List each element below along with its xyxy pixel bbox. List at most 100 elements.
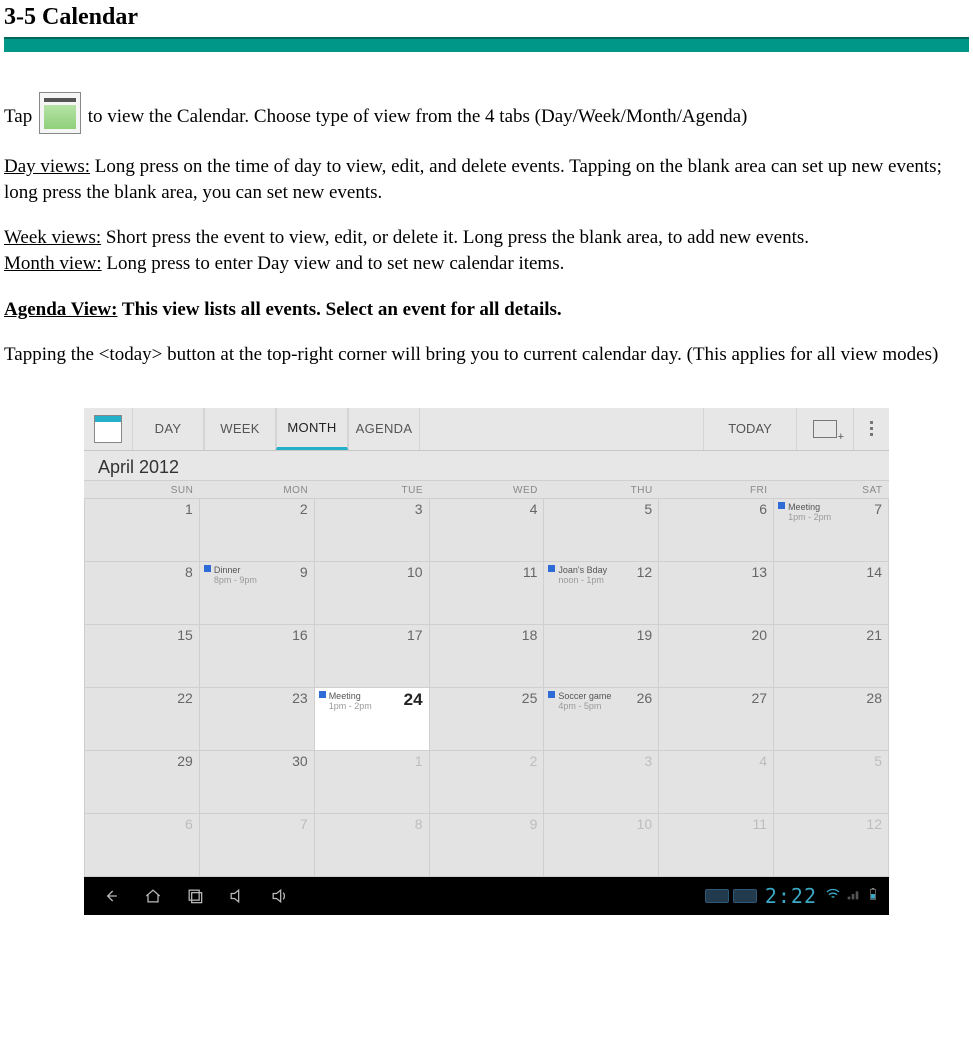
calendar-event[interactable]: Meeting1pm - 2pm [319,691,372,712]
day-number: 8 [185,564,193,580]
home-button[interactable] [132,883,174,909]
tab-month[interactable]: MONTH [276,408,348,450]
calendar-day-cell[interactable]: 28 [774,687,889,750]
volume-up-icon [269,886,289,906]
tab-day[interactable]: DAY [132,408,204,450]
calendar-day-cell[interactable]: 5 [544,498,659,561]
calendar-day-cell[interactable]: 19 [544,624,659,687]
calendar-day-cell[interactable]: 4 [429,498,544,561]
day-number: 21 [866,627,882,643]
calendar-day-cell[interactable]: 22 [85,687,200,750]
calendar-app-icon [39,92,81,134]
calendar-day-cell[interactable]: 7Meeting1pm - 2pm [774,498,889,561]
calendar-day-cell[interactable]: 12 [774,813,889,876]
system-clock: 2:22 [765,884,817,908]
calendar-day-cell[interactable]: 25 [429,687,544,750]
day-number: 10 [407,564,423,580]
calendar-event[interactable]: Joan's Bdaynoon - 1pm [548,565,607,586]
calendar-day-cell[interactable]: 18 [429,624,544,687]
calendar-event[interactable]: Soccer game4pm - 5pm [548,691,611,712]
calendar-day-cell[interactable]: 15 [85,624,200,687]
day-number: 23 [292,690,308,706]
day-number: 17 [407,627,423,643]
calendar-day-cell[interactable]: 4 [659,750,774,813]
day-number: 14 [866,564,882,580]
back-button[interactable] [90,883,132,909]
calendar-topbar: DAY WEEK MONTH AGENDA TODAY [84,408,889,451]
calendar-day-cell[interactable]: 24 Meeting1pm - 2pm [314,687,429,750]
volume-down-button[interactable] [216,883,258,909]
calendar-icon[interactable] [84,408,132,450]
calendar-day-cell[interactable]: 13 [659,561,774,624]
intro-paragraph: Tap to view the Calendar. Choose type of… [4,92,969,134]
home-icon [143,886,163,906]
calendar-day-cell[interactable]: 2 [199,498,314,561]
overflow-menu-button[interactable] [853,408,889,450]
calendar-day-cell[interactable]: 12Joan's Bdaynoon - 1pm [544,561,659,624]
calendar-day-cell[interactable]: 11 [659,813,774,876]
new-event-button[interactable] [796,408,853,450]
agenda-view-label: Agenda View: [4,299,117,320]
calendar-day-cell[interactable]: 23 [199,687,314,750]
calendar-event[interactable]: Meeting1pm - 2pm [778,502,831,523]
calendar-day-cell[interactable]: 26Soccer game4pm - 5pm [544,687,659,750]
calendar-day-cell[interactable]: 29 [85,750,200,813]
calendar-day-cell[interactable]: 30 [199,750,314,813]
calendar-day-cell[interactable]: 1 [314,750,429,813]
tab-agenda[interactable]: AGENDA [348,408,420,450]
calendar-day-cell[interactable]: 6 [85,813,200,876]
calendar-event[interactable]: Dinner8pm - 9pm [204,565,257,586]
calendar-day-cell[interactable]: 3 [314,498,429,561]
calendar-day-cell[interactable]: 16 [199,624,314,687]
calendar-day-cell[interactable]: 14 [774,561,889,624]
day-number: 20 [751,627,767,643]
calendar-day-cell[interactable]: 9 [429,813,544,876]
calendar-day-cell[interactable]: 21 [774,624,889,687]
signal-icon [845,886,861,905]
status-pill [733,889,757,903]
agenda-view-paragraph: Agenda View: This view lists all events.… [4,297,969,323]
calendar-day-cell[interactable]: 8 [314,813,429,876]
calendar-day-cell[interactable]: 8 [85,561,200,624]
calendar-day-cell[interactable]: 27 [659,687,774,750]
day-views-paragraph: Day views: Long press on the time of day… [4,154,969,205]
day-number: 9 [300,564,308,580]
calendar-day-cell[interactable]: 17 [314,624,429,687]
day-number: 3 [415,501,423,517]
calendar-day-cell[interactable]: 6 [659,498,774,561]
month-view-paragraph: Month view: Long press to enter Day view… [4,251,969,277]
section-title: 3-5 Calendar [4,4,969,31]
day-number: 30 [292,753,308,769]
recent-apps-button[interactable] [174,883,216,909]
calendar-day-cell[interactable]: 10 [314,561,429,624]
calendar-day-cell[interactable]: 3 [544,750,659,813]
day-number: 1 [415,753,423,769]
calendar-day-cell[interactable]: 9 Dinner8pm - 9pm [199,561,314,624]
overflow-menu-icon [870,421,873,436]
day-number: 3 [644,753,652,769]
month-view-text: Long press to enter Day view and to set … [102,253,565,274]
calendar-day-cell[interactable]: 1 [85,498,200,561]
day-number: 29 [177,753,193,769]
today-button[interactable]: TODAY [703,408,796,450]
calendar-day-cell[interactable]: 20 [659,624,774,687]
tab-week[interactable]: WEEK [204,408,276,450]
wifi-icon [825,886,841,905]
day-number: 22 [177,690,193,706]
volume-up-button[interactable] [258,883,300,909]
day-number: 19 [637,627,653,643]
calendar-day-cell[interactable]: 2 [429,750,544,813]
day-number: 6 [759,501,767,517]
dow-header: SUN [85,481,200,499]
day-number: 13 [751,564,767,580]
week-views-text: Short press the event to view, edit, or … [101,227,809,248]
calendar-day-cell[interactable]: 11 [429,561,544,624]
calendar-day-cell[interactable]: 7 [199,813,314,876]
calendar-day-cell[interactable]: 5 [774,750,889,813]
intro-text-b: to view the Calendar. Choose type of vie… [88,106,748,127]
divider-bar [4,37,969,52]
day-number: 5 [644,501,652,517]
view-tabs: DAY WEEK MONTH AGENDA [132,408,420,450]
calendar-day-cell[interactable]: 10 [544,813,659,876]
day-number: 24 [404,690,423,710]
